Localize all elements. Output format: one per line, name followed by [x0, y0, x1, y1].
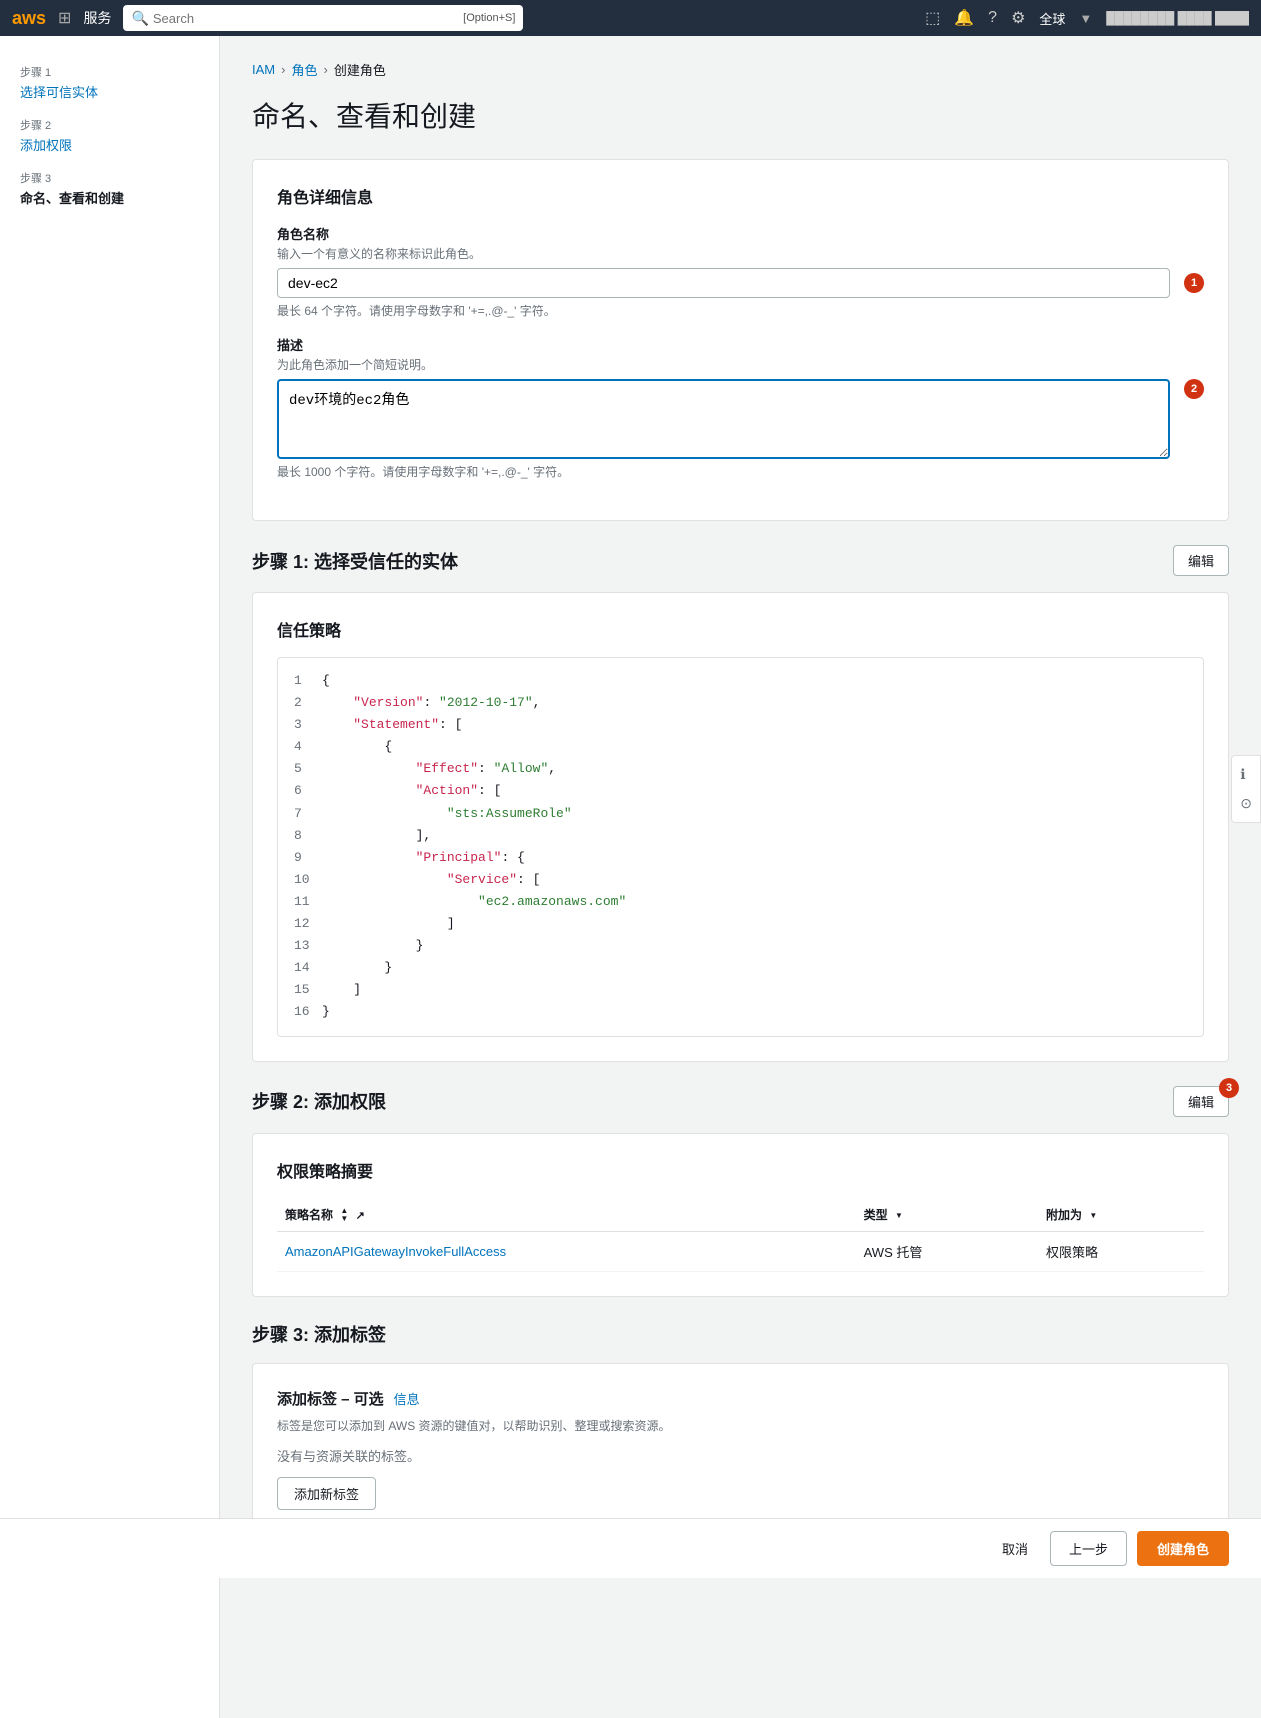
role-desc-label: 描述	[277, 335, 1204, 354]
sidebar: 步骤 1 选择可信实体 步骤 2 添加权限 步骤 3 命名、查看和创建	[0, 36, 220, 1718]
sidebar-step-3: 步骤 3 命名、查看和创建	[0, 162, 219, 215]
step1-section: 步骤 1: 选择受信任的实体 编辑 信任策略 1{ 2 "Version": "…	[252, 545, 1229, 1062]
trust-policy-code: 1{ 2 "Version": "2012-10-17", 3 "Stateme…	[277, 657, 1204, 1037]
role-details-card: 角色详细信息 角色名称 输入一个有意义的名称来标识此角色。 1 最长 64 个字…	[252, 159, 1229, 521]
side-collapse-panel: ℹ ⊙	[1231, 755, 1261, 823]
terminal-icon[interactable]: ⬚	[925, 8, 940, 28]
side-icon-2[interactable]: ⊙	[1236, 791, 1256, 816]
sidebar-item-step3-current: 命名、查看和创建	[20, 188, 199, 207]
permissions-card: 权限策略摘要 策略名称 ▲ ▼ ↗	[252, 1133, 1229, 1298]
region-selector[interactable]: 全球	[1039, 9, 1065, 28]
tags-optional-label: 添加标签 – 可选	[277, 1391, 384, 1408]
breadcrumb: IAM › 角色 › 创建角色	[252, 60, 1229, 79]
role-desc-hint: 最长 1000 个字符。请使用字母数字和 '+=,.@-_' 字符。	[277, 463, 1204, 480]
sidebar-item-step1[interactable]: 选择可信实体	[20, 85, 98, 100]
breadcrumb-current: 创建角色	[334, 60, 386, 79]
service-label: 服务	[83, 8, 111, 28]
page-title: 命名、查看和创建	[252, 95, 1229, 135]
breadcrumb-iam[interactable]: IAM	[252, 62, 275, 77]
role-desc-placeholder-label: 为此角色添加一个简短说明。	[277, 356, 1204, 373]
step2-title: 步骤 2: 添加权限	[252, 1088, 386, 1114]
account-info[interactable]: ████████ ████ ████	[1106, 11, 1249, 25]
search-input[interactable]	[153, 11, 459, 26]
role-desc-field: 描述 为此角色添加一个简短说明。 dev环境的ec2角色 2 最长 1000 个…	[277, 335, 1204, 480]
settings-icon[interactable]: ⚙	[1011, 8, 1025, 28]
step1-edit-button[interactable]: 编辑	[1173, 545, 1229, 576]
trust-policy-title: 信任策略	[277, 617, 1204, 641]
nav-right: ⬚ 🔔 ? ⚙ 全球 ▼ ████████ ████ ████	[925, 8, 1249, 28]
bell-icon[interactable]: 🔔	[954, 8, 974, 28]
col-policy-name[interactable]: 策略名称 ▲ ▼ ↗	[277, 1198, 856, 1232]
desc-badge: 2	[1184, 379, 1204, 399]
apps-grid-icon[interactable]: ⊞	[58, 8, 71, 28]
step3-title: 步骤 3: 添加标签	[252, 1321, 386, 1347]
step1-header: 步骤 1: 选择受信任的实体 编辑	[252, 545, 1229, 576]
col-type[interactable]: 类型 ▼	[856, 1198, 1038, 1232]
step2-edit-wrapper: 编辑 3	[1173, 1086, 1229, 1117]
step2-label: 步骤 2	[20, 117, 199, 133]
side-icon-1[interactable]: ℹ	[1236, 762, 1256, 787]
breadcrumb-sep-2: ›	[323, 62, 327, 77]
role-name-label: 角色名称	[277, 224, 1204, 243]
role-name-hint: 最长 64 个字符。请使用字母数字和 '+=,.@-_' 字符。	[277, 302, 1204, 319]
search-shortcut: [Option+S]	[463, 12, 515, 24]
aws-logo[interactable]: aws	[12, 8, 46, 29]
policy-name-cell: AmazonAPIGatewayInvokeFullAccess	[277, 1232, 856, 1272]
role-name-desc: 输入一个有意义的名称来标识此角色。	[277, 245, 1204, 262]
step2-section: 步骤 2: 添加权限 编辑 3 权限策略摘要 策略名称 ▲	[252, 1086, 1229, 1298]
step2-header: 步骤 2: 添加权限 编辑 3	[252, 1086, 1229, 1117]
role-desc-textarea[interactable]: dev环境的ec2角色	[277, 379, 1170, 459]
sidebar-item-step2[interactable]: 添加权限	[20, 138, 72, 153]
step1-label: 步骤 1	[20, 64, 199, 80]
bottom-bar: 取消 上一步 创建角色	[0, 1518, 1261, 1578]
trust-policy-card: 信任策略 1{ 2 "Version": "2012-10-17", 3 "St…	[252, 592, 1229, 1062]
main-content: IAM › 角色 › 创建角色 命名、查看和创建 角色详细信息 角色名称 输入一…	[220, 36, 1261, 1718]
create-role-button[interactable]: 创建角色	[1137, 1531, 1229, 1566]
help-icon[interactable]: ?	[988, 9, 997, 27]
cancel-button[interactable]: 取消	[990, 1533, 1040, 1564]
permissions-title: 权限策略摘要	[277, 1158, 1204, 1182]
tags-empty: 没有与资源关联的标签。	[277, 1446, 1204, 1465]
policy-attached-cell: 权限策略	[1038, 1232, 1204, 1272]
policy-link[interactable]: AmazonAPIGatewayInvokeFullAccess	[285, 1244, 506, 1259]
edit2-badge: 3	[1219, 1078, 1239, 1098]
role-name-field: 角色名称 输入一个有意义的名称来标识此角色。 1 最长 64 个字符。请使用字母…	[277, 224, 1204, 319]
prev-button[interactable]: 上一步	[1050, 1531, 1127, 1566]
name-badge: 1	[1184, 273, 1204, 293]
policy-type-cell: AWS 托管	[856, 1232, 1038, 1272]
sidebar-step-1: 步骤 1 选择可信实体	[0, 56, 219, 109]
search-icon: 🔍	[131, 10, 148, 27]
step1-title: 步骤 1: 选择受信任的实体	[252, 548, 458, 574]
step3-label: 步骤 3	[20, 170, 199, 186]
permissions-table: 策略名称 ▲ ▼ ↗ 类型 ▼	[277, 1198, 1204, 1273]
breadcrumb-roles[interactable]: 角色	[291, 60, 317, 79]
tags-header: 添加标签 – 可选 信息	[277, 1388, 1204, 1409]
add-tag-button[interactable]: 添加新标签	[277, 1477, 376, 1510]
breadcrumb-sep-1: ›	[281, 62, 285, 77]
sidebar-step-2: 步骤 2 添加权限	[0, 109, 219, 162]
tags-desc: 标签是您可以添加到 AWS 资源的键值对，以帮助识别、整理或搜索资源。	[277, 1417, 1204, 1434]
top-navigation: aws ⊞ 服务 🔍 [Option+S] ⬚ 🔔 ? ⚙ 全球 ▼ █████…	[0, 0, 1261, 36]
search-bar[interactable]: 🔍 [Option+S]	[123, 5, 523, 31]
table-row: AmazonAPIGatewayInvokeFullAccess AWS 托管 …	[277, 1232, 1204, 1272]
aws-logo-text: aws	[12, 8, 46, 29]
role-name-input[interactable]	[277, 268, 1170, 298]
tags-info-link[interactable]: 信息	[394, 1392, 420, 1407]
role-details-title: 角色详细信息	[277, 184, 1204, 208]
col-attached-as[interactable]: 附加为 ▼	[1038, 1198, 1204, 1232]
step3-header: 步骤 3: 添加标签	[252, 1321, 1229, 1347]
